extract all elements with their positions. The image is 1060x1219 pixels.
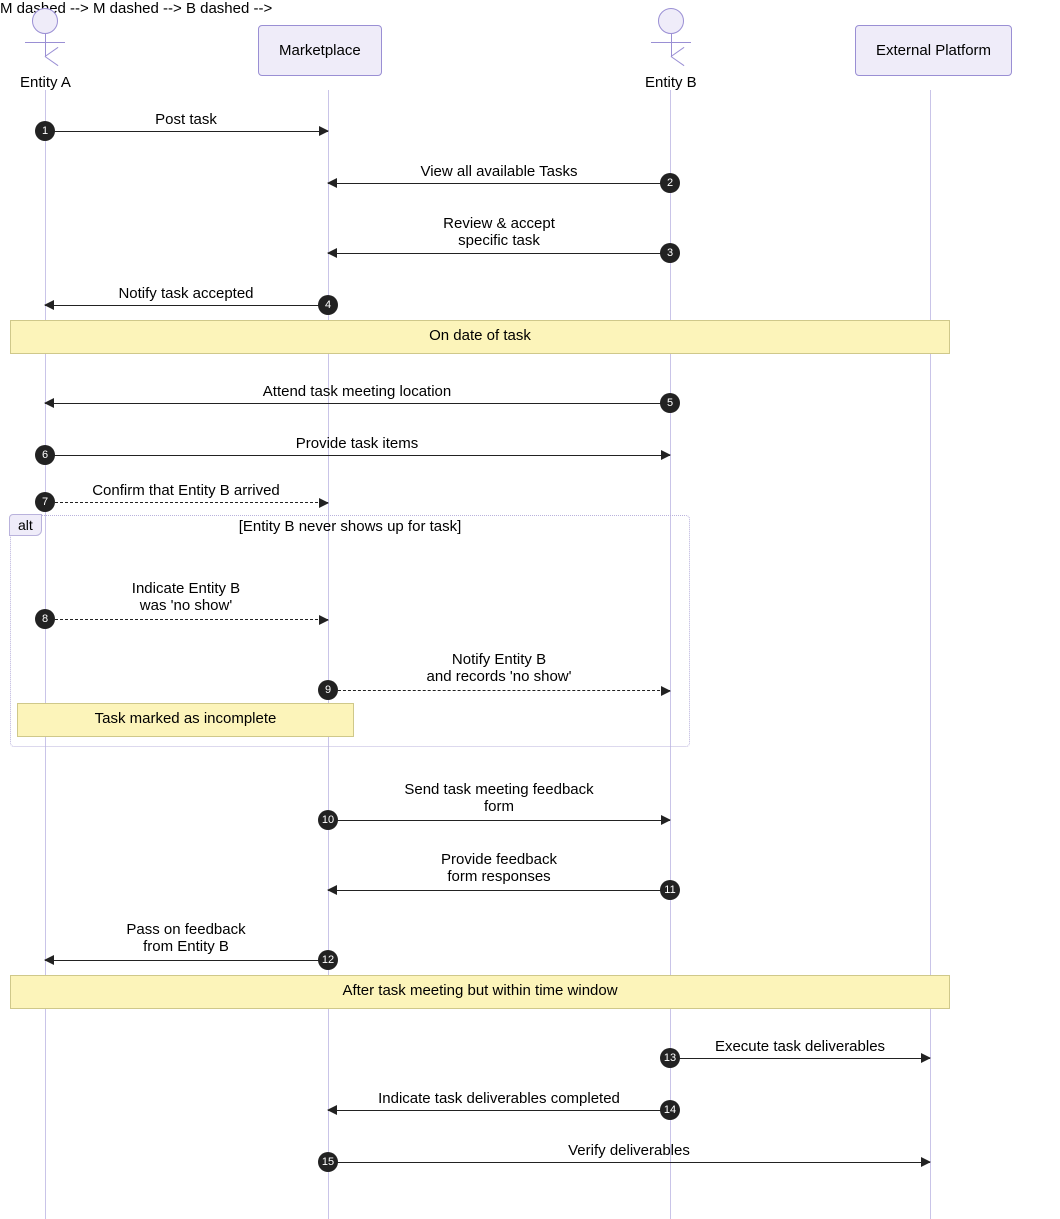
message-13-label: Execute task deliverables — [715, 1038, 885, 1055]
message-10-number: 10 — [318, 810, 338, 830]
message-2-label: View all available Tasks — [420, 163, 577, 180]
message-5-arrow — [45, 403, 670, 404]
message-14-label: Indicate task deliverables completed — [378, 1090, 620, 1107]
message-12-number: 12 — [318, 950, 338, 970]
participant-external-label: External Platform — [876, 42, 991, 59]
message-15-number: 15 — [318, 1152, 338, 1172]
lifeline-external — [930, 90, 931, 1219]
message-4-number: 4 — [318, 295, 338, 315]
message-7-arrow — [45, 502, 328, 503]
participant-marketplace: Marketplace — [258, 25, 382, 76]
alt-guard: [Entity B never shows up for task] — [11, 518, 689, 535]
message-14-arrow — [328, 1110, 670, 1111]
message-14-number: 14 — [660, 1100, 680, 1120]
actor-entity-b-label: Entity B — [645, 74, 697, 91]
message-13-number: 13 — [660, 1048, 680, 1068]
message-4-arrow — [45, 305, 328, 306]
note-task-incomplete: Task marked as incomplete — [17, 703, 354, 737]
participant-marketplace-label: Marketplace — [279, 42, 361, 59]
actor-icon — [658, 8, 684, 34]
message-2-number: 2 — [660, 173, 680, 193]
message-5-number: 5 — [660, 393, 680, 413]
message-11-label: Provide feedback form responses — [441, 851, 557, 886]
message-12-label: Pass on feedback from Entity B — [126, 921, 245, 956]
message-15-arrow — [328, 1162, 930, 1163]
actor-entity-b: Entity B — [645, 8, 697, 91]
actor-entity-a: Entity A — [20, 8, 71, 91]
message-3-arrow — [328, 253, 670, 254]
actor-icon — [32, 8, 58, 34]
message-15-label: Verify deliverables — [568, 1142, 690, 1159]
participant-external: External Platform — [855, 25, 1012, 76]
message-13-arrow — [670, 1058, 930, 1059]
message-2-arrow — [328, 183, 670, 184]
sequence-diagram: Entity A Marketplace Entity B External P… — [0, 0, 1060, 1219]
message-11-number: 11 — [660, 880, 680, 900]
message-7-number: 7 — [35, 492, 55, 512]
message-1-number: 1 — [35, 121, 55, 141]
message-10-label: Send task meeting feedback form — [404, 781, 593, 816]
message-12-arrow — [45, 960, 328, 961]
message-8-number: 8 — [35, 609, 55, 629]
message-6-number: 6 — [35, 445, 55, 465]
message-3-label: Review & accept specific task — [443, 215, 555, 250]
message-6-label: Provide task items — [296, 435, 419, 452]
message-3-number: 3 — [660, 243, 680, 263]
message-4-label: Notify task accepted — [118, 285, 253, 302]
message-9-number: 9 — [318, 680, 338, 700]
message-9-label: Notify Entity B and records 'no show' — [427, 651, 572, 686]
divider-on-date: On date of task — [10, 320, 950, 354]
message-7-label: Confirm that Entity B arrived — [92, 482, 280, 499]
actor-body-icon — [651, 34, 691, 72]
message-8-arrow — [45, 619, 328, 620]
message-11-arrow — [328, 890, 670, 891]
message-9-arrow — [328, 690, 670, 691]
message-1-arrow — [45, 131, 328, 132]
actor-entity-a-label: Entity A — [20, 74, 71, 91]
divider-after-meeting: After task meeting but within time windo… — [10, 975, 950, 1009]
actor-body-icon — [25, 34, 65, 72]
message-5-label: Attend task meeting location — [263, 383, 451, 400]
message-1-label: Post task — [155, 111, 217, 128]
message-8-label: Indicate Entity B was 'no show' — [132, 580, 240, 615]
message-6-arrow — [45, 455, 670, 456]
message-10-arrow — [328, 820, 670, 821]
